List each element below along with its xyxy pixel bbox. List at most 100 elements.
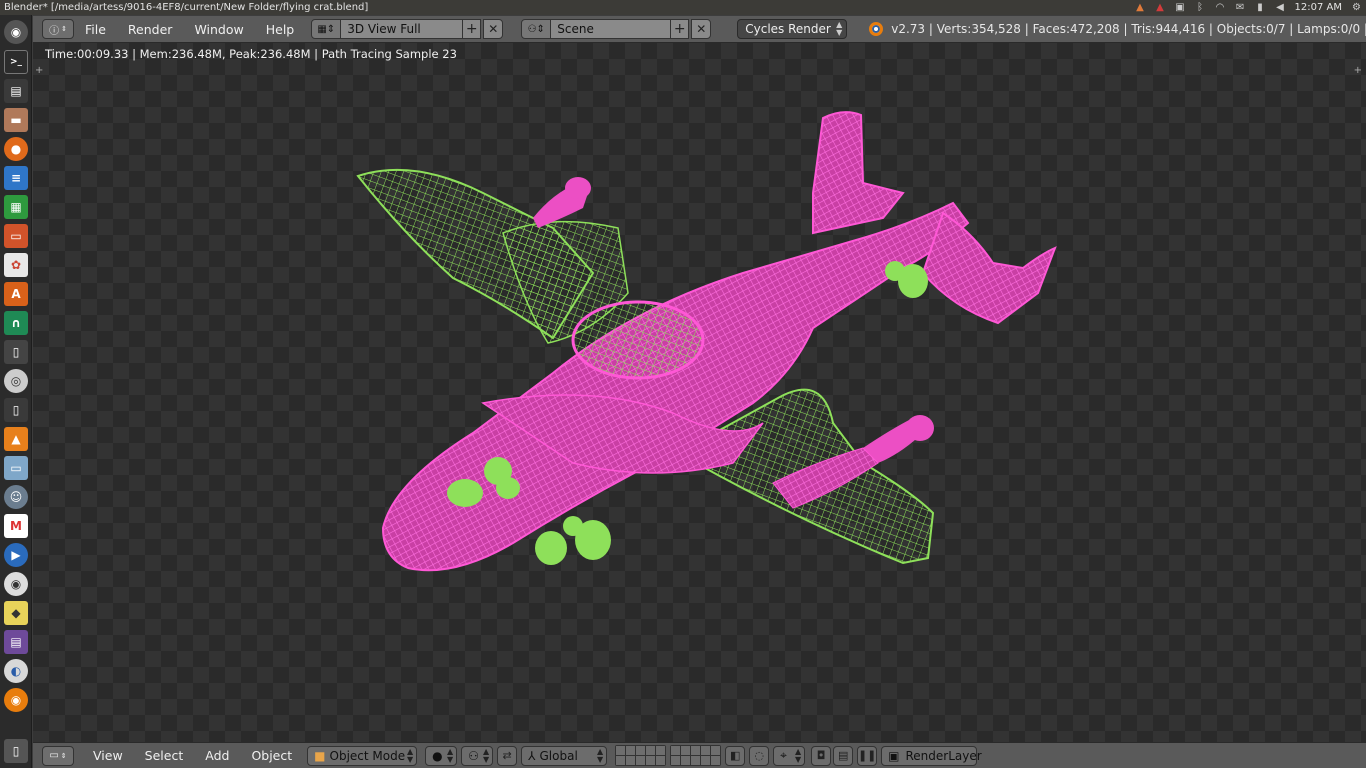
chevron-updown-icon: ▲ ▼	[597, 746, 604, 764]
layer-lock-icon: ◧	[729, 749, 741, 762]
wifi-icon[interactable]: ◠	[1215, 2, 1226, 13]
3d-view-header: ▭ ⇕ View Select Add Object ■ Object Mode …	[33, 742, 1366, 768]
render-layer-label: RenderLayer	[905, 748, 982, 763]
trash-icon[interactable]: ▯	[4, 739, 28, 763]
delete-scene-button[interactable]: ✕	[691, 19, 712, 39]
manipulator-toggle[interactable]: ⇄	[497, 745, 518, 766]
screen-layout-name[interactable]: 3D View Full	[341, 19, 464, 39]
snap-icon: ⌖	[780, 748, 787, 762]
shading-sphere-icon: ●	[432, 748, 443, 763]
menu-view[interactable]: View	[82, 748, 134, 763]
media-player-icon[interactable]: ▶	[4, 543, 28, 567]
drive-icon[interactable]: ▭	[4, 456, 28, 480]
headphones-icon[interactable]: ∩	[4, 311, 28, 335]
delete-screen-button[interactable]: ✕	[483, 19, 504, 39]
webcam-icon[interactable]: ◉	[4, 572, 28, 596]
calc-icon[interactable]: ▦	[4, 195, 28, 219]
usb-icon[interactable]: ▯	[4, 340, 28, 364]
disc-icon[interactable]: ◎	[4, 369, 28, 393]
photos-icon[interactable]: ✿	[4, 253, 28, 277]
layout-grid-icon: ▦⇕	[317, 23, 336, 35]
pause-render-button[interactable]: ❚❚	[857, 745, 878, 766]
volume-icon[interactable]: ◀	[1275, 2, 1286, 13]
vlc-icon[interactable]: ▲	[1135, 2, 1146, 13]
add-screen-button[interactable]: +	[463, 19, 482, 39]
audacity-icon[interactable]: ◐	[4, 659, 28, 683]
files-icon[interactable]: ▤	[4, 79, 28, 103]
viewport-shading-dropdown[interactable]: ● ▲ ▼	[425, 745, 458, 766]
interaction-mode-dropdown[interactable]: ■ Object Mode ▲ ▼	[307, 745, 418, 766]
battery-icon[interactable]: ▮	[1255, 2, 1266, 13]
opengl-render-image-button[interactable]: ◘	[811, 745, 832, 766]
scene-layers-block-1[interactable]	[615, 745, 667, 766]
close-icon: ✕	[488, 22, 499, 36]
chevron-updown-icon: ▲ ▼	[836, 20, 843, 37]
scene-picker[interactable]: ⚇⇕	[521, 19, 552, 39]
opengl-render-animation-button[interactable]: ▤	[833, 745, 854, 766]
terminal-icon[interactable]: >_	[4, 50, 28, 74]
plus-icon: +	[673, 21, 686, 37]
render-engine-dropdown[interactable]: Cycles Render ▲ ▼	[737, 19, 848, 39]
menu-help[interactable]: Help	[255, 22, 306, 37]
chevron-updown-icon: ▲ ▼	[483, 746, 490, 764]
chevron-updown-icon: ⇕	[60, 751, 67, 760]
menu-render[interactable]: Render	[117, 22, 184, 37]
writer-icon[interactable]: ≡	[4, 166, 28, 190]
phone-icon[interactable]: ▯	[4, 398, 28, 422]
axis-icon: ⅄	[528, 748, 536, 763]
firefox-icon[interactable]: ●	[4, 137, 28, 161]
alert-icon[interactable]: ▲	[1155, 2, 1166, 13]
render-engine-label: Cycles Render	[745, 22, 831, 36]
dash-home-icon[interactable]: ◉	[4, 20, 28, 44]
vlc-launcher-icon[interactable]: ▲	[4, 427, 28, 451]
camera-icon: ◘	[816, 749, 826, 762]
proportional-edit-icon: ◌	[754, 749, 764, 762]
settings-gear-icon[interactable]: ⚙	[1351, 2, 1362, 13]
render-layer-icon: ▣	[888, 748, 900, 763]
pivot-icon: ⚇	[468, 748, 479, 763]
pivot-point-dropdown[interactable]: ⚇ ▲ ▼	[461, 745, 494, 766]
transform-orientation-dropdown[interactable]: ⅄ Global ▲ ▼	[521, 745, 608, 766]
scene-name[interactable]: Scene	[551, 19, 672, 39]
launcher: ◉ >_ ▤ ▬ ● ≡ ▦ ▭ ✿ A ∩ ▯ ◎ ▯ ▲ ▭ ☺ M ▶ ◉…	[0, 15, 32, 768]
interaction-mode-label: Object Mode	[329, 748, 406, 763]
system-top-panel: Blender* [/media/artess/9016-4EF8/curren…	[0, 0, 1366, 15]
scene-layers-block-2[interactable]	[670, 745, 722, 766]
menu-select[interactable]: Select	[134, 748, 195, 763]
screen-layout-selector: ▦⇕ 3D View Full + ✕	[311, 19, 504, 39]
game-icon[interactable]: ◆	[4, 601, 28, 625]
user-icon[interactable]: ☺	[4, 485, 28, 509]
snap-element-dropdown[interactable]: ⌖ ▲ ▼	[773, 745, 806, 766]
keyboard-icon[interactable]: ▣	[1175, 2, 1186, 13]
render-layer-selector[interactable]: ▣ RenderLayer	[881, 745, 982, 766]
video-editor-icon[interactable]: ▤	[4, 630, 28, 654]
software-center-icon[interactable]: A	[4, 282, 28, 306]
bluetooth-icon[interactable]: ᛒ	[1195, 2, 1206, 13]
3d-view-icon: ▭	[49, 750, 59, 761]
mail-icon[interactable]: ✉	[1235, 2, 1246, 13]
editor-type-button[interactable]: ▭ ⇕	[42, 745, 74, 766]
window-title: Blender* [/media/artess/9016-4EF8/curren…	[4, 2, 369, 13]
chevron-updown-icon: ▲ ▼	[795, 746, 802, 764]
menu-file[interactable]: File	[74, 22, 117, 37]
menu-add[interactable]: Add	[194, 748, 240, 763]
menu-object[interactable]: Object	[240, 748, 303, 763]
pause-icon: ❚❚	[857, 749, 877, 762]
scene-selector: ⚇⇕ Scene + ✕	[521, 19, 712, 39]
editor-type-button[interactable]: ⓘ ⇕	[42, 19, 74, 39]
menu-window[interactable]: Window	[183, 22, 254, 37]
gmail-icon[interactable]: M	[4, 514, 28, 538]
add-scene-button[interactable]: +	[671, 19, 690, 39]
screen-layout-picker[interactable]: ▦⇕	[311, 19, 342, 39]
3d-viewport[interactable]: Time:00:09.33 | Mem:236.48M, Peak:236.48…	[33, 43, 1366, 742]
archive-icon[interactable]: ▬	[4, 108, 28, 132]
proportional-editing-button[interactable]: ◌	[749, 745, 770, 766]
object-mode-icon: ■	[314, 748, 326, 763]
transform-manipulator-icon: ⇄	[502, 749, 512, 762]
impress-icon[interactable]: ▭	[4, 224, 28, 248]
clock[interactable]: 12:07 AM	[1295, 2, 1342, 13]
blender-icon[interactable]: ◉	[4, 688, 28, 712]
info-header: ⓘ ⇕ File Render Window Help ▦⇕ 3D View Fu…	[33, 16, 1366, 43]
aircraft-wireframe-render	[356, 111, 1057, 572]
lock-camera-button[interactable]: ◧	[725, 745, 746, 766]
